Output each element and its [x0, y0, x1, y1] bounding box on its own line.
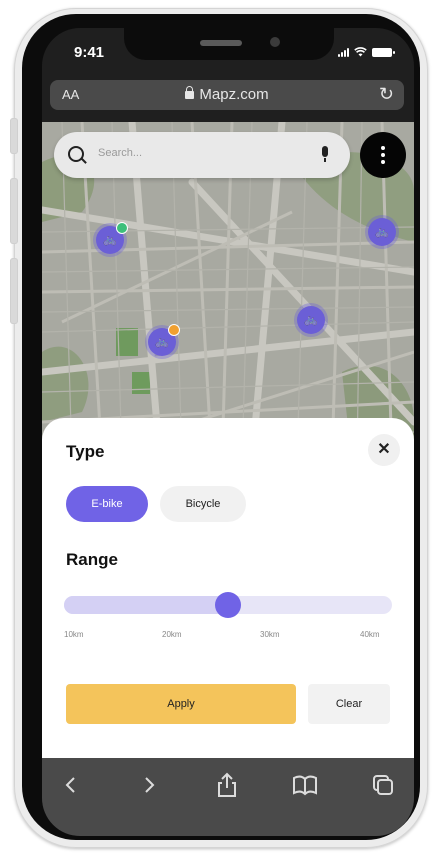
url-display: Mapz.com	[50, 86, 404, 103]
search-bar[interactable]: Search...	[54, 132, 350, 178]
battery-icon	[372, 47, 395, 57]
mute-switch	[10, 118, 18, 154]
apply-button[interactable]: Apply	[66, 684, 296, 724]
status-time: 9:41	[74, 44, 105, 61]
range-slider-fill	[64, 596, 228, 614]
screen: 9:41 AA Mapz.com ↻ Search... 🚲 🚲 🚲 🚲 Typ…	[42, 28, 414, 836]
map[interactable]: Search... 🚲 🚲 🚲 🚲	[42, 122, 414, 462]
clear-button[interactable]: Clear	[308, 684, 390, 724]
search-icon	[68, 146, 84, 162]
signal-icon	[338, 47, 349, 57]
bike-pin[interactable]: 🚲	[96, 222, 128, 254]
speaker	[200, 40, 242, 46]
notch	[124, 28, 334, 60]
reload-icon[interactable]: ↻	[379, 84, 394, 105]
range-heading: Range	[66, 550, 118, 569]
volume-up-button	[10, 178, 18, 244]
camera	[270, 37, 280, 47]
bicycle-icon: 🚲	[103, 234, 117, 246]
bicycle-icon: 🚲	[304, 314, 318, 326]
search-input[interactable]: Search...	[98, 147, 142, 159]
range-tick-label: 20km	[162, 630, 182, 639]
more-menu-button[interactable]	[360, 132, 406, 178]
bicycle-icon: 🚲	[375, 226, 389, 238]
bike-pin[interactable]: 🚲	[297, 306, 325, 334]
forward-icon[interactable]	[134, 770, 164, 800]
tabs-icon[interactable]	[368, 770, 398, 800]
status-icons	[338, 47, 395, 57]
back-icon[interactable]	[56, 770, 86, 800]
range-tick-label: 30km	[260, 630, 280, 639]
range-tick-label: 40km	[360, 630, 380, 639]
volume-down-button	[10, 258, 18, 324]
bicycle-icon: 🚲	[155, 336, 169, 348]
url-text: Mapz.com	[199, 86, 269, 103]
close-button[interactable]: ✕	[368, 434, 400, 466]
filter-sheet: Type ✕ E-bike Bicycle Range 10km 20km 30…	[42, 418, 414, 758]
lock-icon	[185, 86, 195, 99]
low-battery-badge	[168, 324, 180, 336]
share-icon[interactable]	[212, 770, 242, 800]
available-badge	[116, 222, 128, 234]
wifi-icon	[354, 47, 367, 57]
range-tick-label: 10km	[64, 630, 84, 639]
type-chip-bicycle[interactable]: Bicycle	[160, 486, 246, 522]
range-slider-track[interactable]	[64, 592, 392, 618]
address-bar[interactable]: AA Mapz.com ↻	[50, 80, 404, 110]
type-chip-ebike[interactable]: E-bike	[66, 486, 148, 522]
microphone-icon[interactable]	[322, 146, 328, 162]
browser-toolbar	[42, 758, 414, 836]
bookmarks-icon[interactable]	[290, 770, 320, 800]
range-slider-thumb[interactable]	[215, 592, 241, 618]
type-heading: Type	[66, 442, 105, 461]
bike-pin[interactable]: 🚲	[148, 324, 180, 356]
bike-pin[interactable]: 🚲	[368, 218, 396, 246]
